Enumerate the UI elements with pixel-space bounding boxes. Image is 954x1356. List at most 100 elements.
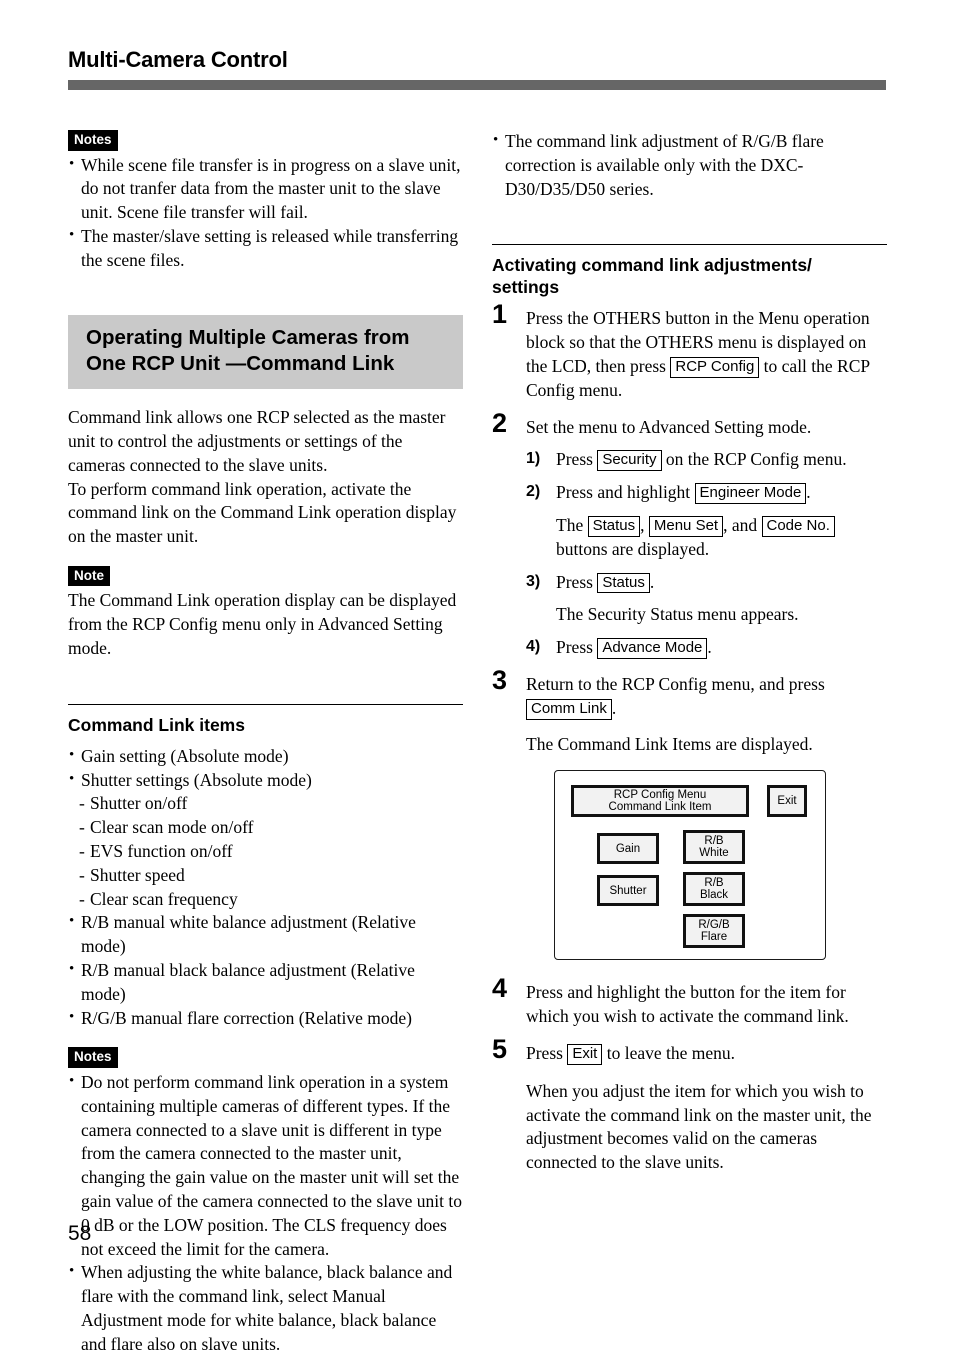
key-status[interactable]: Status [587,516,641,537]
key-rcp-config[interactable]: RCP Config [670,357,760,378]
key-exit[interactable]: Exit [567,1044,603,1065]
substep-2-4-after: . [707,637,712,658]
list-item: Clear scan frequency [68,888,463,912]
key-comm-link[interactable]: Comm Link [526,698,612,720]
step-5-result: When you adjust the item for which you w… [526,1080,872,1173]
notes-block-bottom: Notes Do not perform command link operat… [68,1047,463,1356]
lcd-panel: RCP Config Menu Command Link Item Exit G… [554,770,826,961]
key-security[interactable]: Security [597,450,662,472]
intro-paragraph-2: To perform command link operation, activ… [68,478,457,547]
activating-heading-line-1: Activating command link adjustments/ [492,255,812,276]
note-block-single: Note The Command Link operation display … [68,565,463,661]
substep-number: 1) [526,450,541,468]
step-5-text-after: to leave the menu. [606,1043,736,1064]
page-header: Multi-Camera Control [68,47,886,91]
list-item: R/B manual white balance adjustment (Rel… [68,911,463,959]
step-3-text-before: Return to the RCP Config menu, and press [526,674,825,695]
section-heading-line-1: Operating Multiple Cameras from [86,326,410,350]
substep-2-1-before: Press [556,449,593,470]
step-3: 3 Return to the RCP Config menu, and pre… [492,667,887,961]
lcd-gain-button[interactable]: Gain [597,833,659,865]
notes-block-top: Notes While scene file transfer is in pr… [68,130,463,272]
step-3-text-after: . [611,697,617,718]
substep-2-1: 1) Press Security on the RCP Config menu… [526,448,887,472]
header-rule [68,80,886,91]
command-link-items-list: Gain setting (Absolute mode) Shutter set… [68,745,463,793]
intro-paragraph-1: Command link allows one RCP selected as … [68,407,446,475]
substep-2-3-before: Press [556,571,593,592]
note-sep-1: , [640,515,645,536]
lcd-exit-button[interactable]: Exit [767,785,807,818]
right-column: The command link adjustment of R/G/B fla… [492,130,887,1179]
step-number: 1 [492,299,508,330]
step-2: 2 Set the menu to Advanced Setting mode.… [492,409,887,660]
step-2-text: Set the menu to Advanced Setting mode. [526,416,812,437]
step-number: 5 [492,1034,508,1065]
key-status[interactable]: Status [597,572,650,594]
step-3-body: Return to the RCP Config menu, and press… [526,673,887,721]
substep-2-4-before: Press [556,637,593,658]
key-advance-mode[interactable]: Advance Mode [597,638,708,659]
step-3-result: The Command Link Items are displayed. [526,733,813,754]
activating-heading-line-2: settings [492,277,560,298]
substep-2-3-note: The Security Status menu appears. [556,604,799,625]
section-heading-line-2: One RCP Unit —Command Link [86,352,395,376]
notes-badge: Notes [68,130,118,151]
notes-badge: Notes [68,1047,118,1068]
substep-2-1-after: on the RCP Config menu. [665,449,847,470]
right-top-bullet-list: The command link adjustment of R/G/B fla… [492,130,887,201]
list-item: Clear scan mode on/off [68,816,463,840]
page-title: Multi-Camera Control [68,47,288,72]
list-item: Do not perform command link operation in… [68,1071,463,1261]
key-menu-set[interactable]: Menu Set [648,516,724,537]
section-heading-activating: Activating command link adjustments/ set… [492,244,887,298]
note-single-text: The Command Link operation display can b… [68,590,457,659]
step-number: 4 [492,973,508,1004]
lcd-rb-white-label: R/B White [685,832,743,863]
lcd-title-label: RCP Config Menu Command Link Item [573,787,747,816]
lcd-rb-white-button[interactable]: R/B White [683,830,745,865]
step-5-text-before: Press [526,1043,563,1064]
lcd-rb-black-button[interactable]: R/B Black [683,872,745,907]
command-link-items-list-after: R/B manual white balance adjustment (Rel… [68,911,463,1030]
step-1: 1 Press the OTHERS button in the Menu op… [492,301,887,402]
lcd-rgb-flare-button[interactable]: R/G/B Flare [683,914,745,949]
step-1-body: Press the OTHERS button in the Menu oper… [526,307,887,402]
command-link-items-heading: Command Link items [68,703,463,736]
key-engineer-mode[interactable]: Engineer Mode [694,483,807,505]
note-badge: Note [68,565,110,587]
note-sep-2: , and [723,515,758,536]
substep-2-2-before: Press and highlight [556,482,691,503]
substep-2-2-note: The Status, Menu Set, and Code No. butto… [526,514,887,562]
list-item: R/G/B manual flare correction (Relative … [68,1007,463,1031]
step-number: 3 [492,665,508,696]
lcd-shutter-label: Shutter [599,877,657,905]
step-number: 2 [492,407,508,438]
page-number: 58 [68,1222,92,1245]
list-item: The command link adjustment of R/G/B fla… [492,130,887,201]
lcd-figure: RCP Config Menu Command Link Item Exit G… [554,770,887,961]
list-item: R/B manual black balance adjustment (Rel… [68,959,463,1007]
step-5: 5 Press Exit to leave the menu. When you… [492,1036,887,1175]
lcd-shutter-button[interactable]: Shutter [597,875,659,907]
lcd-rgb-flare-label: R/G/B Flare [685,916,743,947]
lcd-rb-black-label: R/B Black [685,874,743,905]
lcd-title-button: RCP Config Menu Command Link Item [571,785,749,818]
note-lead: The [556,515,584,536]
list-item: The master/slave setting is released whi… [68,225,463,273]
key-code-no[interactable]: Code No. [761,516,835,537]
